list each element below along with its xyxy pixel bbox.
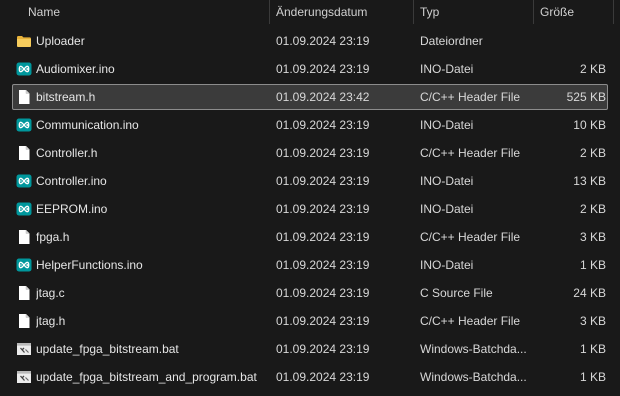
file-modified-date: 01.09.2024 23:19 [276, 286, 370, 300]
file-size: 1 KB [579, 370, 606, 384]
file-type: Windows-Batchda... [420, 342, 527, 356]
file-type: INO-Datei [420, 258, 474, 272]
file-row[interactable]: HelperFunctions.ino 01.09.2024 23:19 INO… [12, 252, 608, 278]
file-name: bitstream.h [36, 90, 96, 104]
document-file-icon [16, 229, 32, 245]
file-name: Communication.ino [36, 118, 139, 132]
file-name: fpga.h [36, 230, 70, 244]
file-name: Uploader [36, 34, 85, 48]
file-type: C Source File [420, 286, 493, 300]
file-modified-date: 01.09.2024 23:19 [276, 258, 370, 272]
file-size: 24 KB [573, 286, 606, 300]
file-size: 2 KB [579, 146, 606, 160]
file-name: jtag.h [36, 314, 66, 328]
file-type: INO-Datei [420, 202, 474, 216]
file-row[interactable]: jtag.h 01.09.2024 23:19 C/C++ Header Fil… [12, 308, 608, 334]
column-divider[interactable] [613, 0, 614, 24]
column-header-type[interactable]: Typ [420, 0, 520, 24]
file-row[interactable]: Audiomixer.ino 01.09.2024 23:19 INO-Date… [12, 56, 608, 82]
batch-file-icon [16, 369, 32, 385]
file-name: Controller.ino [36, 174, 107, 188]
file-name: update_fpga_bitstream_and_program.bat [36, 370, 257, 384]
file-modified-date: 01.09.2024 23:19 [276, 230, 370, 244]
file-size: 3 KB [579, 314, 606, 328]
column-header-bar: Name ⌃ Änderungsdatum Typ Größe [0, 0, 620, 24]
file-size: 1 KB [579, 258, 606, 272]
file-modified-date: 01.09.2024 23:19 [276, 370, 370, 384]
file-type: INO-Datei [420, 174, 474, 188]
file-size: 3 KB [579, 230, 606, 244]
arduino-file-icon [16, 61, 32, 77]
file-size: 525 KB [566, 90, 606, 104]
document-file-icon [16, 285, 32, 301]
document-file-icon [16, 145, 32, 161]
column-header-size[interactable]: Größe [540, 0, 600, 24]
file-type: C/C++ Header File [420, 146, 521, 160]
column-header-date[interactable]: Änderungsdatum [276, 0, 406, 24]
file-type: INO-Datei [420, 118, 474, 132]
file-row[interactable]: fpga.h 01.09.2024 23:19 C/C++ Header Fil… [12, 224, 608, 250]
column-divider[interactable] [413, 0, 414, 24]
column-divider[interactable] [533, 0, 534, 24]
file-size [534, 29, 606, 53]
document-file-icon [16, 89, 32, 105]
file-modified-date: 01.09.2024 23:19 [276, 146, 370, 160]
file-row[interactable]: Uploader 01.09.2024 23:19 Dateiordner [12, 28, 608, 54]
file-type: C/C++ Header File [420, 230, 521, 244]
file-row[interactable]: EEPROM.ino 01.09.2024 23:19 INO-Datei 2 … [12, 196, 608, 222]
file-size: 2 KB [579, 202, 606, 216]
file-row[interactable]: Controller.ino 01.09.2024 23:19 INO-Date… [12, 168, 608, 194]
arduino-file-icon [16, 117, 32, 133]
folder-icon [16, 33, 32, 49]
file-row[interactable]: Communication.ino 01.09.2024 23:19 INO-D… [12, 112, 608, 138]
file-name: jtag.c [36, 286, 65, 300]
file-type: C/C++ Header File [420, 314, 521, 328]
file-row[interactable]: update_fpga_bitstream_and_program.bat 01… [12, 364, 608, 390]
file-modified-date: 01.09.2024 23:19 [276, 118, 370, 132]
arduino-file-icon [16, 257, 32, 273]
file-explorer: Name ⌃ Änderungsdatum Typ Größe Uploader… [0, 0, 620, 396]
arduino-file-icon [16, 173, 32, 189]
batch-file-icon [16, 341, 32, 357]
file-name: HelperFunctions.ino [36, 258, 143, 272]
file-name: Audiomixer.ino [36, 62, 115, 76]
file-type: C/C++ Header File [420, 90, 521, 104]
file-type: INO-Datei [420, 62, 474, 76]
file-name: Controller.h [36, 146, 98, 160]
file-row[interactable]: update_fpga_bitstream.bat 01.09.2024 23:… [12, 336, 608, 362]
file-type: Windows-Batchda... [420, 370, 527, 384]
sort-up-icon: ⌃ [141, 0, 151, 3]
file-modified-date: 01.09.2024 23:19 [276, 314, 370, 328]
file-modified-date: 01.09.2024 23:19 [276, 34, 370, 48]
file-row[interactable]: jtag.c 01.09.2024 23:19 C Source File 24… [12, 280, 608, 306]
file-modified-date: 01.09.2024 23:19 [276, 174, 370, 188]
column-divider[interactable] [269, 0, 270, 24]
file-row[interactable]: bitstream.h 01.09.2024 23:42 C/C++ Heade… [12, 84, 608, 110]
file-size: 10 KB [573, 118, 606, 132]
file-size: 13 KB [573, 174, 606, 188]
document-file-icon [16, 313, 32, 329]
arduino-file-icon [16, 201, 32, 217]
column-header-name[interactable]: Name [28, 0, 138, 24]
file-size: 2 KB [579, 62, 606, 76]
file-name: update_fpga_bitstream.bat [36, 342, 179, 356]
file-name: EEPROM.ino [36, 202, 108, 216]
file-modified-date: 01.09.2024 23:19 [276, 342, 370, 356]
file-modified-date: 01.09.2024 23:42 [276, 90, 370, 104]
file-type: Dateiordner [420, 34, 483, 48]
file-modified-date: 01.09.2024 23:19 [276, 62, 370, 76]
file-size: 1 KB [579, 342, 606, 356]
file-modified-date: 01.09.2024 23:19 [276, 202, 370, 216]
file-row[interactable]: Controller.h 01.09.2024 23:19 C/C++ Head… [12, 140, 608, 166]
